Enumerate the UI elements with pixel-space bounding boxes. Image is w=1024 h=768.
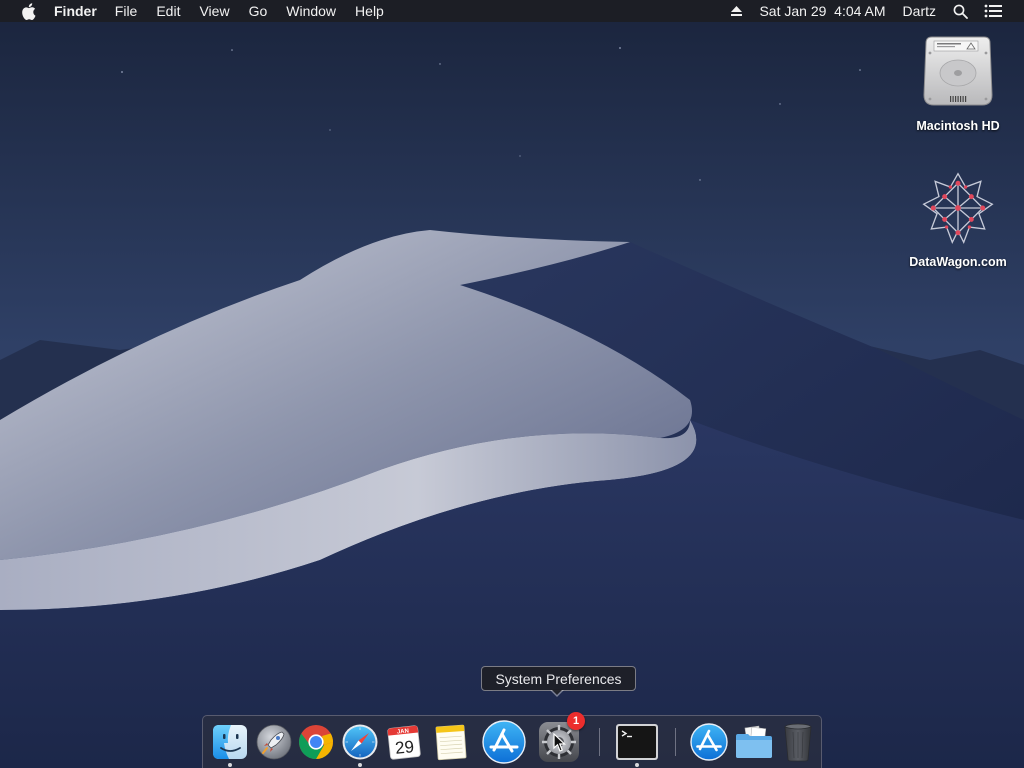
finder-icon — [213, 725, 247, 759]
menu-bar-clock[interactable]: Sat Jan 29 4:04 AM — [759, 0, 885, 22]
menu-edit[interactable]: Edit — [156, 0, 180, 22]
launchpad-icon — [256, 724, 292, 760]
desktop-icon-macintosh-hd[interactable]: Macintosh HD — [903, 32, 1013, 133]
menu-go[interactable]: Go — [249, 0, 268, 22]
menu-app-finder[interactable]: Finder — [54, 0, 97, 22]
desktop-wallpaper — [0, 0, 1024, 768]
desktop-icon-datawagon[interactable]: DataWagon.com — [903, 168, 1013, 269]
dock-item-documents[interactable] — [731, 719, 777, 765]
menu-bar-status-area: Sat Jan 29 4:04 AM Dartz — [730, 0, 1024, 22]
desktop-icon-label: DataWagon.com — [909, 255, 1007, 269]
dock-item-app-store[interactable] — [481, 719, 527, 765]
dock-item-chrome[interactable] — [293, 719, 339, 765]
menu-bar: Finder File Edit View Go Window Help Sat… — [0, 0, 1024, 22]
eject-icon[interactable] — [730, 5, 743, 17]
spotlight-search-icon[interactable] — [953, 4, 968, 19]
dock-divider — [599, 728, 600, 756]
dock-running-indicator — [228, 763, 232, 767]
safari-icon — [342, 724, 378, 760]
desktop-icon-label: Macintosh HD — [916, 119, 1000, 133]
mouse-cursor-icon — [553, 733, 566, 752]
calendar-month: JAN — [397, 728, 410, 735]
documents-folder-icon — [736, 725, 772, 758]
dock-item-notes[interactable] — [427, 719, 473, 765]
dock-running-indicator — [635, 763, 639, 767]
dock-divider — [675, 728, 676, 756]
notification-center-icon[interactable] — [984, 4, 1002, 18]
dock-item-launchpad[interactable] — [251, 719, 297, 765]
dock-item-app-store-downloads[interactable] — [686, 719, 732, 765]
menu-help[interactable]: Help — [355, 0, 384, 22]
dock-tooltip-arrow — [550, 689, 564, 697]
calendar-day: 29 — [394, 737, 415, 758]
hard-drive-icon — [918, 32, 998, 112]
menu-window[interactable]: Window — [286, 0, 336, 22]
app-store-download-icon — [690, 723, 728, 761]
app-store-icon — [482, 720, 526, 764]
calendar-icon: JAN 29 — [387, 725, 421, 760]
menu-file[interactable]: File — [115, 0, 138, 22]
menu-view[interactable]: View — [199, 0, 229, 22]
dock-item-terminal[interactable] — [614, 719, 660, 767]
dock-item-calendar[interactable]: JAN 29 — [381, 719, 427, 765]
dock-item-safari[interactable] — [337, 719, 383, 767]
apple-logo-icon[interactable] — [19, 2, 37, 20]
dock-item-trash[interactable] — [775, 719, 821, 765]
notification-badge: 1 — [567, 712, 585, 730]
chrome-icon — [299, 725, 333, 759]
dock: JAN 29 1 — [202, 712, 822, 768]
notes-icon — [435, 724, 467, 761]
dock-tooltip: System Preferences — [481, 666, 636, 691]
trash-icon — [784, 723, 812, 762]
menu-bar-user[interactable]: Dartz — [903, 0, 936, 22]
dock-item-finder[interactable] — [207, 719, 253, 767]
terminal-icon — [616, 724, 658, 760]
dock-running-indicator — [358, 763, 362, 767]
datawagon-logo-icon — [918, 168, 998, 248]
